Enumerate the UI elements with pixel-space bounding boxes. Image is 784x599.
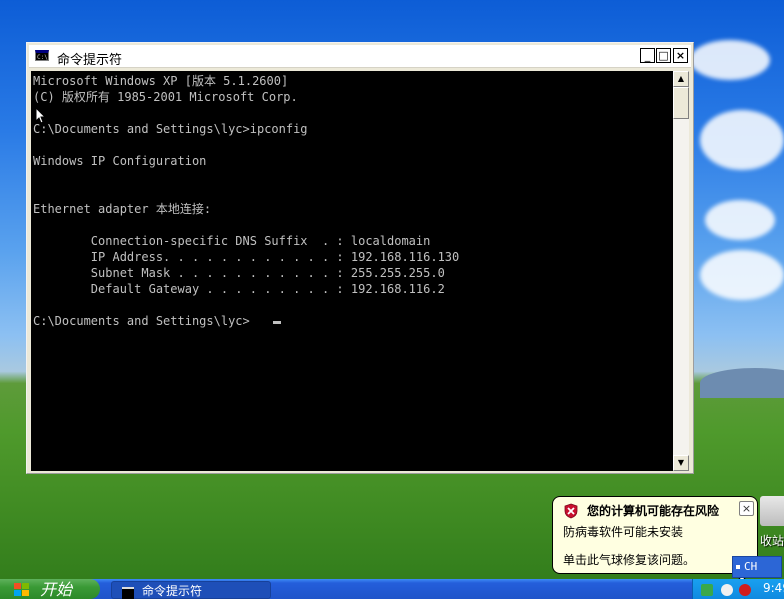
language-bar[interactable]: CH: [732, 556, 782, 578]
console-line: Subnet Mask . . . . . . . . . . . : 255.…: [33, 266, 445, 280]
console-line: Microsoft Windows XP [版本 5.1.2600]: [33, 74, 289, 88]
cloud: [700, 250, 784, 300]
console-text: Microsoft Windows XP [版本 5.1.2600] (C) 版…: [31, 71, 673, 329]
security-alert-icon[interactable]: [739, 584, 751, 596]
taskbar-item-label: 命令提示符: [142, 584, 203, 598]
language-bar-grip: [736, 565, 740, 569]
desktop: C:\ 命令提示符 _ □ × Microsoft Windows XP [版本…: [0, 0, 784, 599]
recycle-bin-icon[interactable]: [760, 496, 784, 526]
distant-hill: [700, 368, 784, 398]
maximize-button[interactable]: □: [656, 48, 671, 63]
console-line: Windows IP Configuration: [33, 154, 207, 168]
desktop-icon-label[interactable]: 收站: [760, 532, 784, 549]
start-button[interactable]: 开始: [0, 579, 100, 599]
scroll-thumb[interactable]: [673, 87, 689, 119]
taskbar: 开始 命令提示符 9:49: [0, 579, 784, 599]
cloud: [690, 40, 770, 80]
balloon-title: 您的计算机可能存在风险: [587, 504, 720, 518]
start-label: 开始: [40, 580, 73, 599]
console-line: IP Address. . . . . . . . . . . . : 192.…: [33, 250, 460, 264]
console-line: C:\Documents and Settings\lyc>: [33, 314, 250, 328]
console-line: Default Gateway . . . . . . . . . : 192.…: [33, 282, 445, 296]
language-indicator[interactable]: CH: [744, 560, 757, 573]
clock[interactable]: 9:49: [763, 581, 784, 595]
command-prompt-window[interactable]: C:\ 命令提示符 _ □ × Microsoft Windows XP [版本…: [26, 42, 694, 474]
taskbar-item-command-prompt[interactable]: 命令提示符: [111, 581, 271, 599]
shield-icon: [564, 503, 578, 519]
title-bar[interactable]: C:\ 命令提示符 _ □ ×: [29, 45, 691, 68]
console-output[interactable]: Microsoft Windows XP [版本 5.1.2600] (C) 版…: [31, 71, 673, 471]
console-icon[interactable]: C:\: [35, 50, 49, 61]
console-line: Ethernet adapter 本地连接:: [33, 202, 212, 216]
console-line: (C) 版权所有 1985-2001 Microsoft Corp.: [33, 90, 298, 104]
windows-logo-icon: [14, 583, 29, 596]
security-balloon[interactable]: 您的计算机可能存在风险 × 防病毒软件可能未安装 单击此气球修复该问题。: [552, 496, 758, 574]
network-icon[interactable]: [701, 584, 713, 596]
scroll-down-button[interactable]: ▼: [673, 455, 689, 471]
cloud: [705, 200, 775, 240]
window-title: 命令提示符: [57, 53, 123, 68]
balloon-message: 防病毒软件可能未安装: [563, 525, 684, 539]
balloon-close-button[interactable]: ×: [739, 501, 754, 516]
console-line: Connection-specific DNS Suffix . : local…: [33, 234, 431, 248]
balloon-action-text[interactable]: 单击此气球修复该问题。: [563, 551, 695, 568]
text-cursor: [273, 321, 281, 324]
console-line: C:\Documents and Settings\lyc>ipconfig: [33, 122, 308, 136]
minimize-button[interactable]: _: [640, 48, 655, 63]
mouse-pointer-icon: [35, 107, 47, 124]
console-icon: [122, 587, 134, 599]
cloud: [700, 110, 784, 170]
vertical-scrollbar[interactable]: ▲ ▼: [673, 71, 689, 471]
system-tray: 9:49: [692, 579, 784, 599]
security-center-icon[interactable]: [721, 584, 733, 596]
close-button[interactable]: ×: [673, 48, 688, 63]
scroll-up-button[interactable]: ▲: [673, 71, 689, 87]
